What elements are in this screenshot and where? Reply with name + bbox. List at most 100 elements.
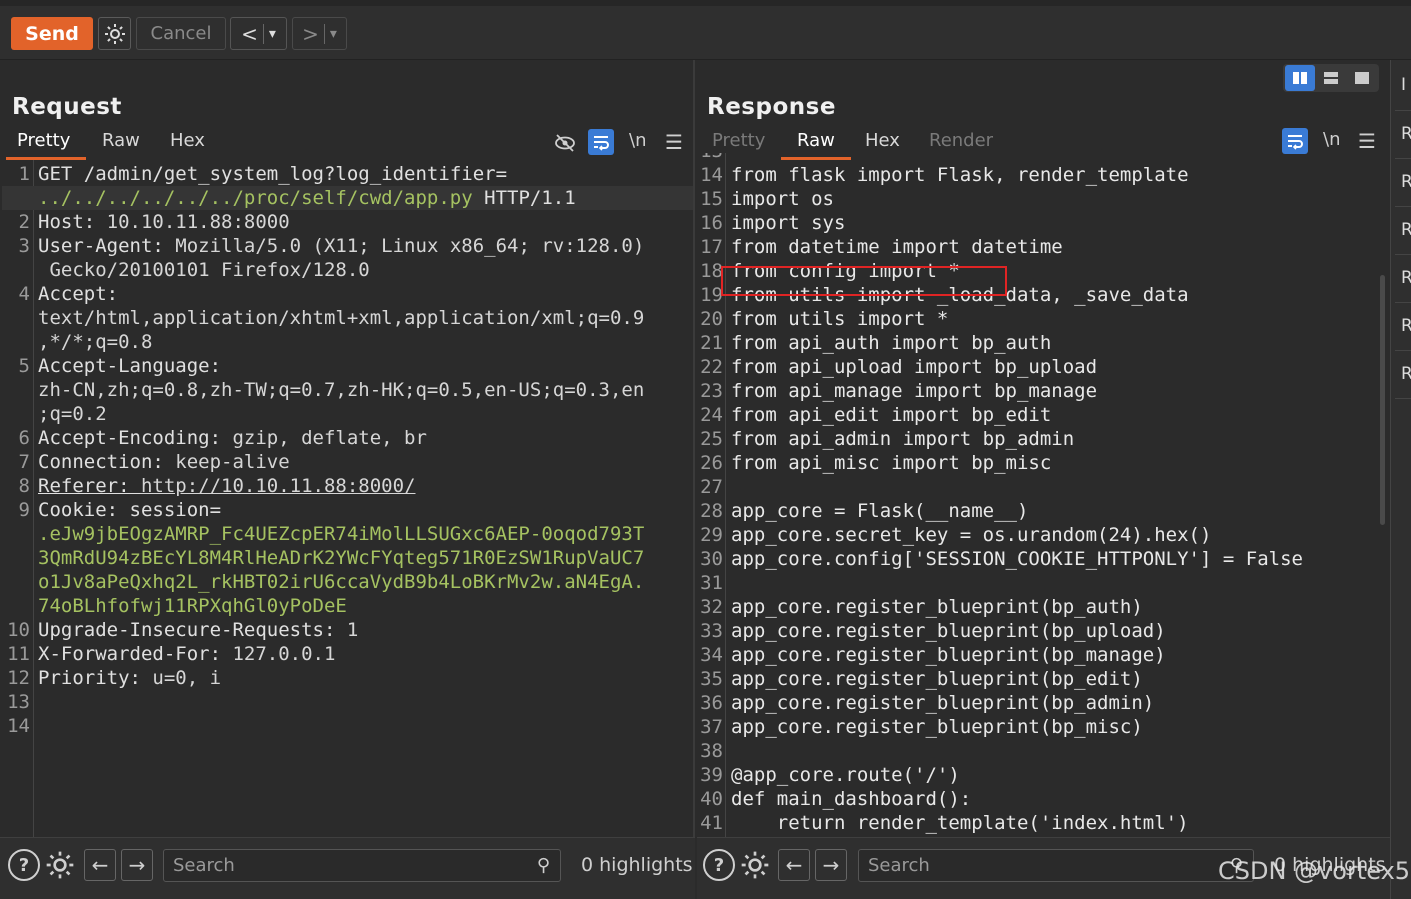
gear-icon[interactable] [44, 849, 76, 881]
tab-pretty[interactable]: Pretty [17, 130, 70, 155]
back-dropdown-icon[interactable]: ▾ [269, 26, 276, 42]
layout-stacked-button[interactable] [1316, 65, 1346, 91]
forward-arrow-icon: > [302, 21, 319, 46]
code-text: app_core.secret_key = os.urandom(24).hex… [731, 524, 1212, 546]
line-number: 18 [700, 260, 723, 282]
line-number: 10 [7, 619, 30, 641]
settings-button[interactable] [98, 17, 131, 50]
side-tab-label[interactable]: R [1401, 316, 1411, 336]
line-number: 30 [700, 548, 723, 570]
divider [1395, 110, 1411, 111]
tab-raw[interactable]: Raw [797, 130, 835, 155]
code-line: 3 User-Agent: Mozilla/5.0 (X11; Linux x86… [2, 234, 693, 258]
divider [1395, 254, 1411, 255]
code-token: o1Jv8aPeQxhq2L_rkHBT02irU6ccaVydB9b4LoBK… [38, 571, 645, 593]
line-number: 28 [700, 500, 723, 522]
wrap-lines-toggle[interactable] [1282, 128, 1308, 154]
search-field[interactable]: ⚲ [858, 849, 1254, 882]
wrap-icon [1288, 135, 1303, 150]
send-button[interactable]: Send [11, 17, 93, 50]
code-line: text/html,application/xhtml+xml,applicat… [2, 306, 693, 330]
code-token: Accept-Language: [38, 355, 222, 377]
code-line: .eJw9jbEOgzAMRP_Fc4UEZcpER74iMolLLSUGxc6… [2, 522, 693, 546]
line-number: 37 [700, 716, 723, 738]
back-arrow-icon: < [241, 21, 258, 46]
side-tab-label[interactable]: R [1401, 124, 1411, 144]
code-token: 1 [346, 619, 359, 641]
layout-side-by-side-button[interactable] [1285, 65, 1315, 91]
code-token: zh-CN,zh;q=0.8,zh-TW;q=0.7,zh-HK;q=0.5,e… [38, 379, 645, 401]
line-number: 7 [18, 451, 30, 473]
arrow-left-icon: ← [785, 853, 803, 877]
help-icon[interactable]: ? [8, 849, 40, 881]
layout-single-button[interactable] [1347, 65, 1377, 91]
forward-button[interactable]: > ▾ [292, 17, 347, 50]
request-editor[interactable]: 1 GET /admin/get_system_log?log_identifie… [2, 160, 693, 837]
response-scrollbar[interactable] [1380, 275, 1385, 525]
side-tab-label[interactable]: R [1401, 268, 1411, 288]
side-tab-label[interactable]: R [1401, 172, 1411, 192]
line-number: 11 [7, 643, 30, 665]
next-match-button[interactable]: → [815, 849, 847, 881]
rows-icon [1324, 72, 1338, 84]
code-token: Gecko/20100101 Firefox/128.0 [38, 259, 370, 281]
line-number: 20 [700, 308, 723, 330]
code-line: 14 [2, 714, 693, 738]
newline-toggle[interactable]: \n [1323, 129, 1340, 150]
side-tab-label[interactable]: I [1401, 75, 1406, 95]
code-line: 6 Accept-Encoding: gzip, deflate, br [2, 426, 693, 450]
code-token: Connection: [38, 451, 176, 473]
tab-hex[interactable]: Hex [170, 130, 205, 155]
code-text: app_core.register_blueprint(bp_auth) [731, 596, 1143, 618]
request-title: Request [12, 94, 122, 120]
divider [1395, 350, 1411, 351]
code-token: session= [129, 499, 222, 521]
line-number: 13 [7, 691, 30, 713]
gear-icon [104, 23, 125, 44]
code-text: from api_misc import bp_misc [731, 452, 1052, 474]
response-editor[interactable]: 1314 from flask import Flask, render_temp… [699, 153, 1390, 837]
search-field[interactable]: ⚲ [163, 849, 561, 882]
menu-icon[interactable]: ☰ [665, 130, 683, 154]
code-token: Accept: [38, 283, 119, 305]
line-number: 35 [700, 668, 723, 690]
tab-render[interactable]: Render [929, 130, 993, 155]
columns-icon [1293, 72, 1307, 84]
code-token: 3QmRdU94zBEcYL8M4RlHeADrK2YWcFYqteg571R0… [38, 547, 645, 569]
divider [1395, 158, 1411, 159]
code-text: app_core.register_blueprint(bp_upload) [731, 620, 1166, 642]
wrap-lines-toggle[interactable] [588, 129, 614, 155]
prev-match-button[interactable]: ← [778, 849, 810, 881]
line-number: 36 [700, 692, 723, 714]
next-match-button[interactable]: → [121, 849, 153, 881]
back-button[interactable]: < ▾ [230, 17, 287, 50]
code-text: app_core.register_blueprint(bp_manage) [731, 644, 1166, 666]
gear-icon[interactable] [739, 849, 771, 881]
code-text: from datetime import datetime [731, 236, 1063, 258]
side-tab-label[interactable]: R [1401, 364, 1411, 384]
cancel-button[interactable]: Cancel [136, 17, 226, 50]
line-number: 25 [700, 428, 723, 450]
code-text: from utils import * [731, 308, 949, 330]
line-number: 12 [7, 667, 30, 689]
side-tab-label[interactable]: R [1401, 220, 1411, 240]
search-input[interactable] [164, 850, 560, 881]
tab-hex[interactable]: Hex [865, 130, 900, 155]
response-title: Response [707, 94, 836, 120]
newline-toggle[interactable]: \n [629, 130, 646, 151]
line-number: 24 [700, 404, 723, 426]
prev-match-button[interactable]: ← [84, 849, 116, 881]
code-text: app_core.config['SESSION_COOKIE_HTTPONLY… [731, 548, 1303, 570]
line-number: 26 [700, 452, 723, 474]
search-input[interactable] [859, 850, 1253, 881]
toolbar: Send Cancel < ▾ > ▾ [0, 0, 1411, 60]
line-number: 6 [18, 427, 30, 449]
menu-icon[interactable]: ☰ [1358, 129, 1376, 153]
code-text: app_core.register_blueprint(bp_edit) [731, 668, 1143, 690]
forward-dropdown-icon[interactable]: ▾ [330, 26, 337, 42]
hide-nonprintable-icon[interactable] [554, 132, 576, 154]
tab-pretty[interactable]: Pretty [712, 130, 765, 155]
help-icon[interactable]: ? [703, 849, 735, 881]
code-text: from api_admin import bp_admin [731, 428, 1075, 450]
tab-raw[interactable]: Raw [102, 130, 140, 155]
